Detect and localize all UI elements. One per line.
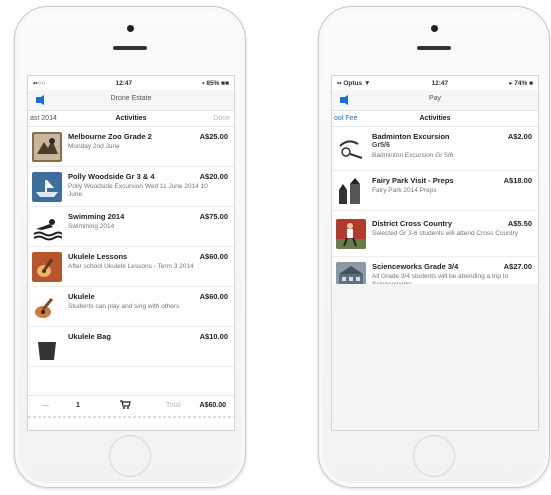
phone-frame-right: •• Optus ▼ 12:47 ▸ 74% ■ Pay ool Fee Act… — [318, 6, 550, 488]
item-title: Polly Woodside Gr 3 & 4 — [68, 172, 155, 181]
tab-activities[interactable]: Activities — [115, 115, 146, 122]
battery-indicator: ▸ 74% ■ — [509, 80, 533, 87]
list-item[interactable]: District Cross Country A$5.50 Selected G… — [332, 211, 538, 257]
tab-activities[interactable]: Activities — [419, 115, 450, 122]
list-item[interactable]: Melbourne Zoo Grade 2 A$25.00 Monday 2nd… — [28, 127, 234, 167]
item-title: Ukulele Lessons — [68, 252, 128, 261]
ship-icon — [32, 172, 62, 202]
bag-icon — [32, 332, 62, 362]
item-grade: Gr5/6 — [372, 142, 390, 149]
item-price: A$20.00 — [199, 172, 228, 181]
phone-frame-left: ••○○ 12:47 • 85% ■■ Drone Estate ast 201… — [14, 6, 246, 488]
item-description: Swimming 2014 — [68, 223, 115, 230]
done-button[interactable]: Done — [213, 115, 230, 122]
back-arrow-icon[interactable] — [340, 95, 348, 105]
cart-total-label: Total — [166, 401, 181, 409]
carrier-indicator: •• Optus ▼ — [337, 79, 371, 87]
list-item[interactable]: Polly Woodside Gr 3 & 4 A$20.00 Polly Wo… — [28, 167, 234, 207]
item-title: Badminton Excursion — [372, 132, 450, 141]
item-price: A$75.00 — [199, 212, 228, 221]
status-bar: •• Optus ▼ 12:47 ▸ 74% ■ — [332, 76, 538, 90]
speaker-grille — [113, 46, 147, 50]
nav-bar: Drone Estate — [28, 90, 234, 111]
back-arrow-icon[interactable] — [36, 95, 44, 105]
app-screen-right: •• Optus ▼ 12:47 ▸ 74% ■ Pay ool Fee Act… — [331, 75, 539, 431]
fairy-park-icon — [336, 176, 366, 206]
speaker-grille — [417, 46, 451, 50]
runner-icon — [336, 219, 366, 249]
segment-bar: ast 2014 Activities Done — [28, 111, 234, 127]
list-item[interactable]: Ukulele Lessons A$60.00 After school Uku… — [28, 247, 234, 287]
item-price: A$10.00 — [199, 332, 228, 341]
quantity-decrease-button[interactable]: — — [42, 402, 49, 409]
item-price: A$60.00 — [199, 252, 228, 261]
item-description: Polly Woodside Excursion Wed 11 June 201… — [68, 183, 208, 198]
item-description: Selected Gr 3-6 students will attend Cro… — [372, 230, 518, 237]
item-price: A$18.00 — [503, 176, 532, 185]
cart-icon[interactable] — [120, 400, 131, 409]
list-item[interactable]: Badminton Excursion A$2.00 Gr5/6 Badmint… — [332, 127, 538, 171]
cart-total[interactable]: A$60.00 — [200, 402, 226, 409]
status-time: 12:47 — [431, 79, 449, 87]
badminton-icon — [336, 132, 366, 162]
item-title: District Cross Country — [372, 219, 453, 228]
home-button[interactable] — [109, 435, 151, 477]
item-title: Ukulele Bag — [68, 332, 111, 341]
nav-title: Drone Estate — [110, 95, 152, 102]
nav-title: Pay — [428, 95, 442, 102]
item-title: Ukulele — [68, 292, 95, 301]
list-item[interactable]: Swimming 2014 A$75.00 Swimming 2014 — [28, 207, 234, 247]
item-title: Scienceworks Grade 3/4 — [372, 262, 459, 271]
quantity-value[interactable]: 1 — [76, 402, 80, 409]
signal-indicator: ••○○ — [33, 79, 46, 87]
item-title: Fairy Park Visit - Preps — [372, 176, 454, 185]
cart-bar: — 1 Total A$60.00 — [28, 395, 234, 414]
item-price: A$5.50 — [507, 219, 532, 228]
ukulele-icon — [32, 252, 62, 282]
ukulele-icon — [32, 292, 62, 322]
zoo-icon — [32, 132, 62, 162]
tab-previous[interactable]: ast 2014 — [30, 115, 57, 122]
item-description: Monday 2nd June — [68, 143, 120, 150]
item-price: A$60.00 — [199, 292, 228, 301]
item-description: After school Ukulele Lessons - Term 3 20… — [68, 263, 194, 270]
status-time: 12:47 — [115, 79, 133, 87]
list-item[interactable]: Ukulele A$60.00 Students can play and si… — [28, 287, 234, 327]
status-bar: ••○○ 12:47 • 85% ■■ — [28, 76, 234, 90]
camera-icon — [430, 25, 438, 32]
item-price: A$2.00 — [507, 132, 532, 141]
list-item[interactable]: Ukulele Bag A$10.00 — [28, 327, 234, 367]
item-description: Badminton Excursion Gr 5/6 — [372, 152, 454, 159]
battery-indicator: • 85% ■■ — [202, 79, 229, 87]
item-title: Melbourne Zoo Grade 2 — [68, 132, 152, 141]
swimmer-icon — [32, 212, 62, 242]
tab-school-fees[interactable]: ool Fee — [334, 115, 357, 122]
nav-bar: Pay — [332, 90, 538, 111]
empty-list-area — [332, 284, 538, 430]
item-price: A$27.00 — [503, 262, 532, 271]
item-description: Fairy Park 2014 Preps — [372, 187, 437, 194]
item-description: Students can play and sing with others — [68, 303, 180, 310]
app-screen-left: ••○○ 12:47 • 85% ■■ Drone Estate ast 201… — [27, 75, 235, 431]
item-price: A$25.00 — [199, 132, 228, 141]
camera-icon — [126, 25, 134, 32]
item-title: Swimming 2014 — [68, 212, 125, 221]
segment-bar: ool Fee Activities — [332, 111, 538, 127]
home-button[interactable] — [413, 435, 455, 477]
list-item[interactable]: Fairy Park Visit - Preps A$18.00 Fairy P… — [332, 171, 538, 211]
divider — [28, 416, 234, 418]
